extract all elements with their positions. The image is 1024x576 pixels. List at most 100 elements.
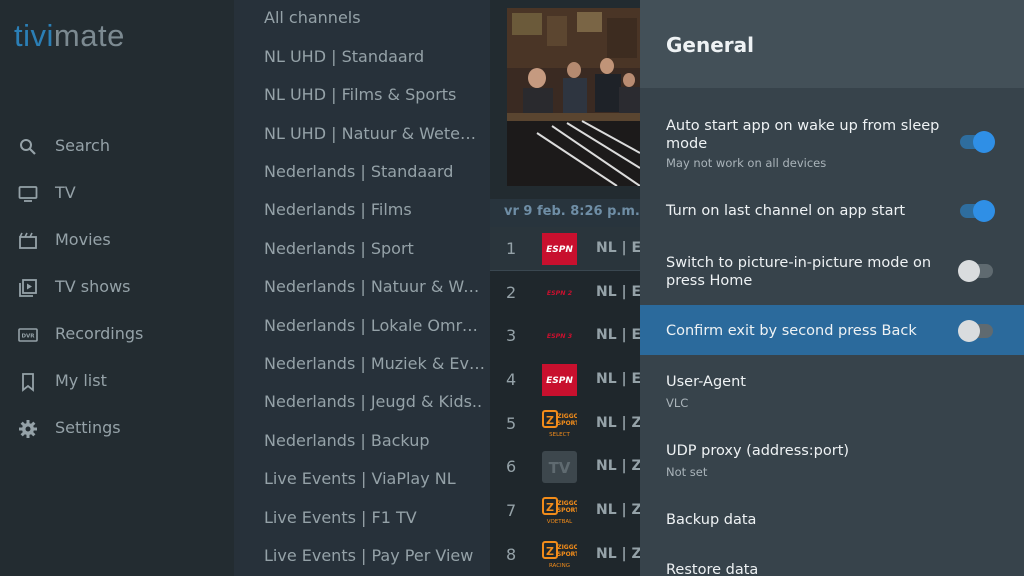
svg-text:TV: TV bbox=[549, 459, 571, 477]
group-item[interactable]: Live Events | Pay Per View bbox=[264, 546, 486, 565]
channel-row[interactable]: 8 ZZIGGOSPORT RACING NL | ZI bbox=[490, 533, 640, 576]
channel-name: NL | ES bbox=[596, 371, 640, 387]
group-item[interactable]: NL UHD | Films & Sports bbox=[264, 85, 486, 104]
sidebar-item-search[interactable]: Search bbox=[0, 127, 234, 167]
toggle-knob bbox=[973, 131, 995, 153]
setting-auto-start[interactable]: Auto start app on wake up from sleep mod… bbox=[640, 104, 1024, 178]
svg-text:DVR: DVR bbox=[21, 334, 35, 340]
sidebar: tivimate Search TV Movies TV shows DVR R… bbox=[0, 0, 234, 576]
setting-restore-data[interactable]: Restore data bbox=[640, 550, 1024, 576]
channel-number: 2 bbox=[506, 283, 517, 302]
sidebar-item-label: Search bbox=[55, 136, 110, 155]
setting-user-agent[interactable]: User-Agent VLC bbox=[640, 362, 1024, 422]
channel-row[interactable]: 2 ESPN 2 NL | ES bbox=[490, 271, 640, 315]
group-item[interactable]: Nederlands | Jeugd & Kids.. bbox=[264, 392, 486, 411]
group-item[interactable]: All channels bbox=[264, 8, 486, 27]
group-item[interactable]: NL UHD | Natuur & Wetens.. bbox=[264, 124, 486, 143]
setting-title: Backup data bbox=[666, 512, 757, 528]
group-item[interactable]: Nederlands | Natuur & Wete.. bbox=[264, 277, 486, 296]
video-preview[interactable] bbox=[507, 8, 640, 186]
sidebar-item-label: Settings bbox=[55, 418, 121, 437]
svg-text:ZIGGO: ZIGGO bbox=[557, 544, 577, 551]
channel-name: NL | ZI bbox=[596, 502, 640, 518]
group-item[interactable]: Nederlands | Sport bbox=[264, 239, 486, 258]
tv-placeholder-logo: TV bbox=[542, 451, 577, 483]
sidebar-item-movies[interactable]: Movies bbox=[0, 221, 234, 261]
channel-row[interactable]: 4 ESPN NL | ES bbox=[490, 358, 640, 402]
ziggo-sport-racing-logo: Z ZIGGOSPORT RACING bbox=[542, 541, 577, 569]
svg-text:RACING: RACING bbox=[549, 563, 570, 569]
sidebar-item-tv[interactable]: TV bbox=[0, 174, 234, 214]
ziggo-sport-select-logo: Z ZIGGOSPORT SELECT bbox=[542, 410, 577, 438]
sidebar-item-label: My list bbox=[55, 371, 107, 390]
svg-text:SPORT: SPORT bbox=[557, 420, 577, 427]
video-preview-area bbox=[490, 0, 640, 199]
video-frame-image bbox=[507, 8, 640, 186]
channel-row[interactable]: 7 ZZIGGOSPORT VOETBAL NL | ZI bbox=[490, 489, 640, 533]
toggle-knob bbox=[958, 260, 980, 282]
channel-name: NL | ES bbox=[596, 240, 640, 256]
setting-title: UDP proxy (address:port) bbox=[666, 443, 850, 459]
channel-group-list: All channels NL UHD | Standaard NL UHD |… bbox=[234, 0, 490, 576]
group-item[interactable]: Nederlands | Lokale Omroe.. bbox=[264, 316, 486, 335]
toggle-switch[interactable] bbox=[958, 320, 993, 342]
gear-icon bbox=[19, 420, 37, 438]
sidebar-item-settings[interactable]: Settings bbox=[0, 409, 234, 449]
channel-name: NL | ES bbox=[596, 284, 640, 300]
sidebar-item-tv-shows[interactable]: TV shows bbox=[0, 268, 234, 308]
movie-icon bbox=[19, 232, 37, 249]
sidebar-item-label: Recordings bbox=[55, 324, 144, 343]
channel-name: NL | ES bbox=[596, 327, 640, 343]
setting-title: Switch to picture-in-picture mode on pre… bbox=[666, 255, 932, 289]
channel-name: NL | ZI bbox=[596, 415, 640, 431]
setting-backup-data[interactable]: Backup data bbox=[640, 500, 1024, 540]
group-item[interactable]: Nederlands | Muziek & Eve.. bbox=[264, 354, 486, 373]
sidebar-item-label: TV shows bbox=[55, 277, 131, 296]
settings-header: General bbox=[640, 0, 1024, 88]
setting-subtitle: Not set bbox=[666, 465, 708, 479]
group-item[interactable]: Nederlands | Backup bbox=[264, 431, 486, 450]
channel-number: 1 bbox=[506, 239, 517, 258]
bookmark-icon bbox=[22, 373, 34, 392]
channel-list: 1 ESPN NL | ES 2 ESPN 2 NL | ES 3 ESPN 3… bbox=[490, 227, 640, 576]
channel-row[interactable]: 3 ESPN 3 NL | ES bbox=[490, 314, 640, 358]
espn-logo: ESPN bbox=[542, 364, 577, 396]
group-item[interactable]: Live Events | ViaPlay NL bbox=[264, 469, 486, 488]
group-item[interactable]: Nederlands | Standaard bbox=[264, 162, 486, 181]
sidebar-item-label: Movies bbox=[55, 230, 111, 249]
tv-icon bbox=[18, 186, 38, 202]
channel-row[interactable]: 1 ESPN NL | ES bbox=[490, 227, 640, 271]
setting-udp-proxy[interactable]: UDP proxy (address:port) Not set bbox=[640, 430, 1024, 490]
toggle-switch[interactable] bbox=[958, 260, 993, 282]
dvr-icon: DVR bbox=[18, 328, 38, 342]
svg-text:SPORT: SPORT bbox=[557, 507, 577, 514]
sidebar-item-recordings[interactable]: DVR Recordings bbox=[0, 315, 234, 355]
setting-subtitle: VLC bbox=[666, 396, 689, 410]
channel-row[interactable]: 6 TV NL | ZI bbox=[490, 445, 640, 489]
svg-text:ZIGGO: ZIGGO bbox=[557, 500, 577, 507]
toggle-knob bbox=[958, 320, 980, 342]
setting-last-channel[interactable]: Turn on last channel on app start bbox=[640, 190, 1024, 232]
espn-logo: ESPN bbox=[542, 233, 577, 265]
svg-text:ESPN 2: ESPN 2 bbox=[547, 290, 573, 297]
channel-name: NL | ZI bbox=[596, 458, 640, 474]
svg-text:Z: Z bbox=[546, 545, 554, 558]
svg-text:VOETBAL: VOETBAL bbox=[547, 519, 573, 525]
toggle-switch[interactable] bbox=[960, 200, 995, 222]
channel-number: 8 bbox=[506, 545, 517, 564]
svg-text:Z: Z bbox=[546, 501, 554, 514]
group-item[interactable]: Live Events | F1 TV bbox=[264, 508, 486, 527]
group-item[interactable]: Nederlands | Films bbox=[264, 200, 486, 219]
setting-confirm-exit[interactable]: Confirm exit by second press Back bbox=[640, 305, 1024, 355]
toggle-switch[interactable] bbox=[960, 131, 995, 153]
channel-row[interactable]: 5 ZZIGGOSPORT SELECT NL | ZI bbox=[490, 402, 640, 446]
channel-number: 3 bbox=[506, 326, 517, 345]
settings-title: General bbox=[666, 33, 754, 57]
group-item[interactable]: NL UHD | Standaard bbox=[264, 47, 486, 66]
channel-name: NL | ZI bbox=[596, 546, 640, 562]
setting-subtitle: May not work on all devices bbox=[666, 156, 827, 170]
setting-pip-mode[interactable]: Switch to picture-in-picture mode on pre… bbox=[640, 244, 1024, 300]
sidebar-item-label: TV bbox=[55, 183, 76, 202]
sidebar-item-my-list[interactable]: My list bbox=[0, 362, 234, 402]
current-datetime: vr 9 feb. 8:26 p.m. bbox=[504, 204, 640, 219]
